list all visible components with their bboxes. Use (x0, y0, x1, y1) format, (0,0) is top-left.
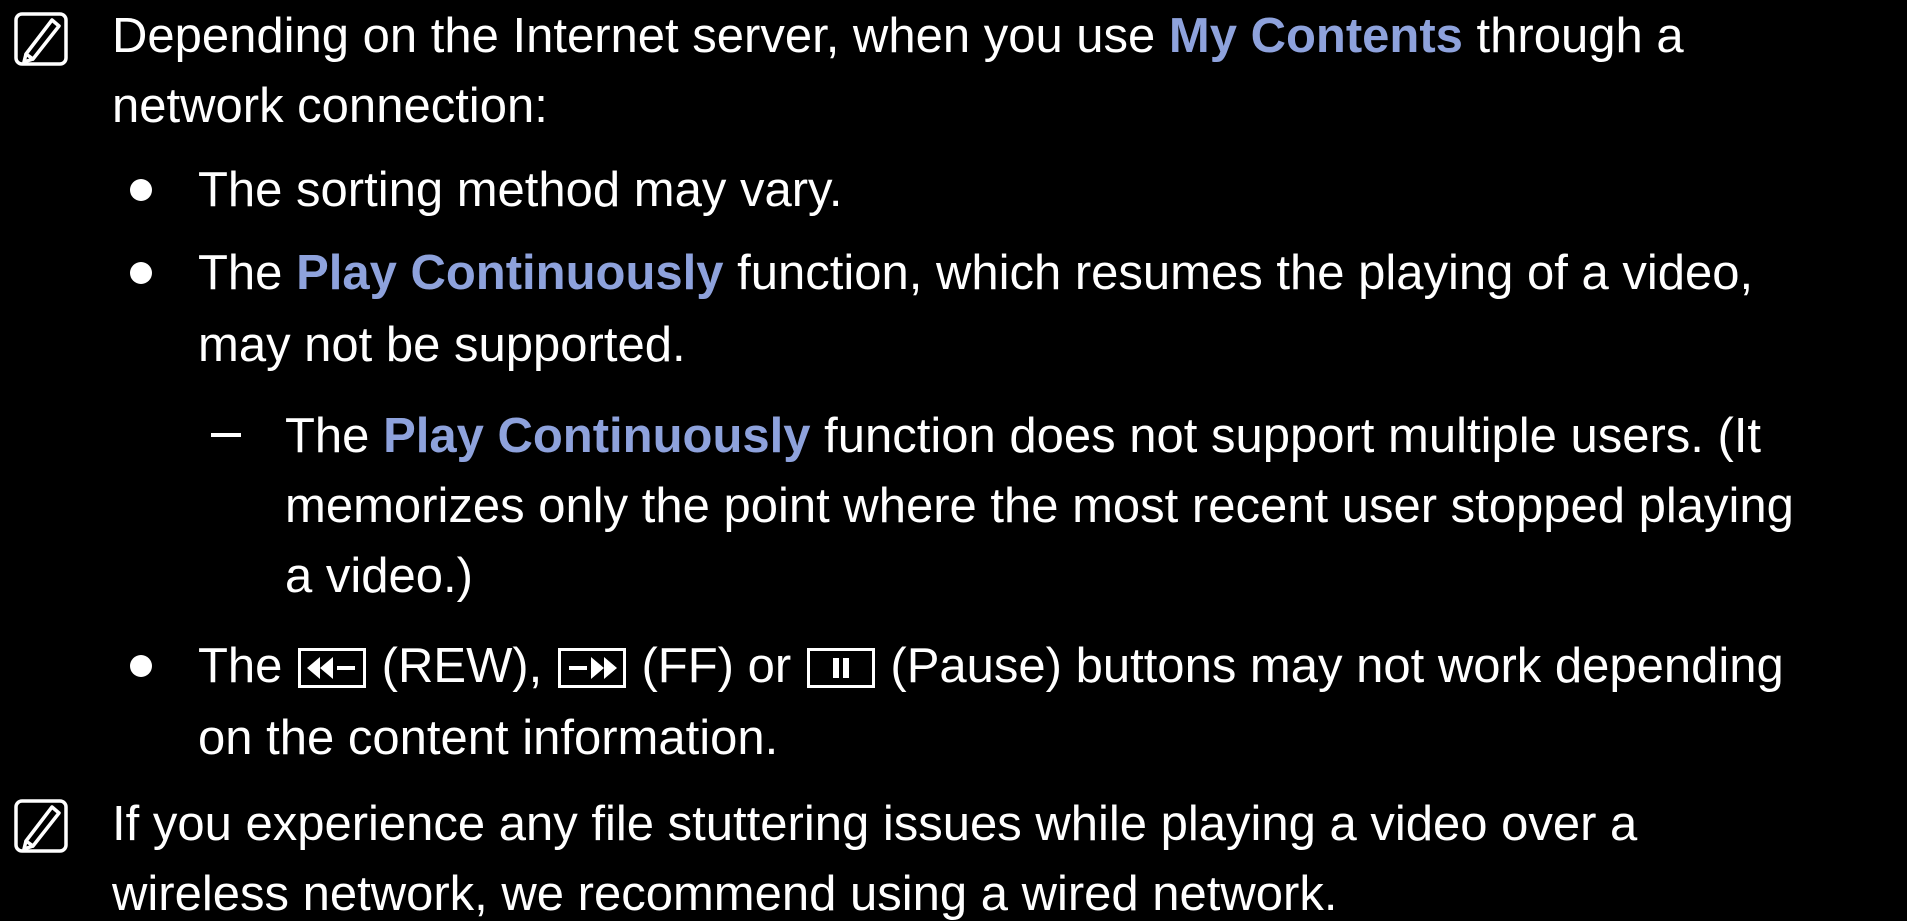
rewind-icon (298, 648, 367, 688)
fast-forward-icon (557, 648, 626, 688)
play-continuously-term: Play Continuously (296, 246, 724, 300)
play-continuously-term: Play Continuously (383, 409, 811, 463)
note-1-text-post: through a (1462, 9, 1684, 63)
bullet-3-line-2: on the content information. (198, 711, 779, 765)
subnote-text-pre: The (285, 409, 384, 463)
note-1-line-1: Depending on the Internet server, when y… (112, 12, 1684, 61)
dash-icon (211, 433, 241, 437)
pause-label: (Pause) buttons may not work depending (876, 639, 1784, 693)
note-1-line-2: network connection: (112, 79, 548, 133)
ff-label: (FF) or (627, 639, 805, 693)
subnote-line-3: a video.) (285, 549, 473, 603)
subnote-line-1: The Play Continuously function does not … (285, 412, 1761, 461)
bullet-2-line-2: may not be supported. (198, 318, 686, 372)
bullet-2-text-post: function, which resumes the playing of a… (723, 246, 1754, 300)
note-icon (14, 12, 68, 66)
subnote-line-2: memorizes only the point where the most … (285, 479, 1794, 533)
note-1-text-pre: Depending on the Internet server, when y… (112, 9, 1169, 63)
bullet-2-text-pre: The (198, 246, 297, 300)
rew-label: (REW), (368, 639, 556, 693)
pause-icon (806, 648, 875, 688)
bullet-icon (130, 655, 152, 677)
bullet-icon (130, 262, 152, 284)
bullet-3-text-pre: The (198, 639, 297, 693)
bullet-1-text: The sorting method may vary. (198, 163, 843, 217)
note-2-line-2: wireless network, we recommend using a w… (112, 867, 1338, 921)
bullet-2-line-1: The Play Continuously function, which re… (198, 249, 1753, 298)
my-contents-link: My Contents (1168, 9, 1463, 63)
note-2-line-1: If you experience any file stuttering is… (112, 797, 1638, 851)
bullet-3-line-1: The (REW), (FF) or (Pause) buttons may n… (198, 642, 1784, 691)
subnote-text-post: function does not support multiple users… (810, 409, 1762, 463)
note-icon (14, 799, 68, 853)
bullet-icon (130, 179, 152, 201)
